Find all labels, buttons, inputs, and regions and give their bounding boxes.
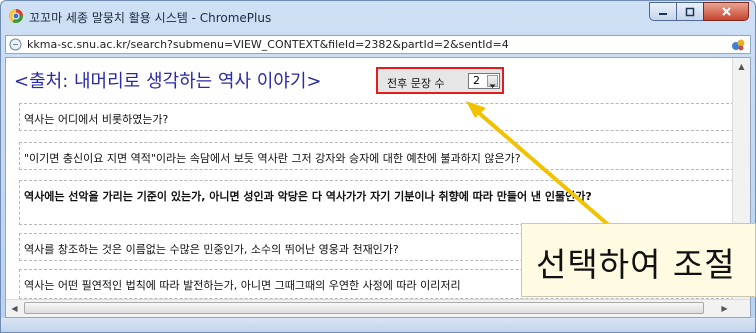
scroll-up-arrow-icon[interactable]: ▲: [733, 58, 750, 75]
sentence-text: 역사는 어디에서 비롯하였는가?: [24, 113, 169, 126]
context-control-label: 전후 문장 수: [387, 77, 445, 90]
callout-text: 선택하여 조절: [536, 245, 736, 284]
page-icon: [9, 38, 22, 51]
close-icon: [721, 7, 731, 16]
annotation-callout: 선택하여 조절: [521, 223, 756, 297]
sentence-text: "이기면 충신이요 지면 역적"이라는 속담에서 보듯 역사란 그저 강자와 승…: [24, 152, 521, 165]
sentence-row-selected: 역사에는 선악을 가리는 기준이 있는가, 아니면 성인과 악당은 다 역사가가…: [19, 180, 734, 225]
horizontal-scroll-thumb[interactable]: [24, 302, 704, 314]
title-bar[interactable]: 꼬꼬마 세종 말뭉치 활용 시스템 - ChromePlus: [1, 1, 755, 31]
context-count-value: 2: [473, 74, 480, 87]
context-control: 전후 문장 수 2: [376, 67, 504, 94]
sentence-row: "이기면 충신이요 지면 역적"이라는 속담에서 보듯 역사란 그저 강자와 승…: [19, 142, 734, 170]
maximize-button[interactable]: [676, 2, 704, 21]
sentence-row: 역사는 어디에서 비롯하였는가?: [19, 103, 734, 131]
sentence-text: 역사에는 선악을 가리는 기준이 있는가, 아니면 성인과 악당은 다 역사가가…: [24, 190, 592, 203]
status-bar: [1, 318, 755, 332]
chevron-down-icon: [489, 84, 496, 88]
context-count-select[interactable]: 2: [468, 73, 500, 89]
page-title: <출처: 내머리로 생각하는 역사 이야기>: [14, 71, 322, 92]
horizontal-scrollbar[interactable]: ◀ ▶: [6, 299, 750, 317]
dropdown-button[interactable]: [487, 75, 498, 88]
address-bar[interactable]: kkma-sc.snu.ac.kr/search?submenu=VIEW_CO…: [5, 35, 751, 54]
chromeplus-logo-icon: [9, 9, 23, 23]
maximize-icon: [685, 7, 695, 16]
scroll-left-arrow-icon[interactable]: ◀: [6, 300, 23, 317]
sentence-text: 역사를 창조하는 것은 이름없는 수많은 민중인가, 소수의 뛰어난 영웅과 천…: [24, 243, 399, 256]
extension-icon[interactable]: [730, 37, 746, 53]
sentence-text: 역사는 어떤 필연적인 법칙에 따라 발전하는가, 아니면 그때그때의 우연한 …: [24, 279, 461, 292]
url-text[interactable]: kkma-sc.snu.ac.kr/search?submenu=VIEW_CO…: [27, 38, 509, 51]
window-controls: [649, 2, 749, 21]
minimize-icon: [659, 12, 667, 15]
minimize-button[interactable]: [649, 2, 677, 21]
window-title: 꼬꼬마 세종 말뭉치 활용 시스템 - ChromePlus: [29, 11, 272, 25]
close-button[interactable]: [703, 2, 749, 21]
scroll-right-arrow-icon[interactable]: ▶: [716, 300, 733, 317]
